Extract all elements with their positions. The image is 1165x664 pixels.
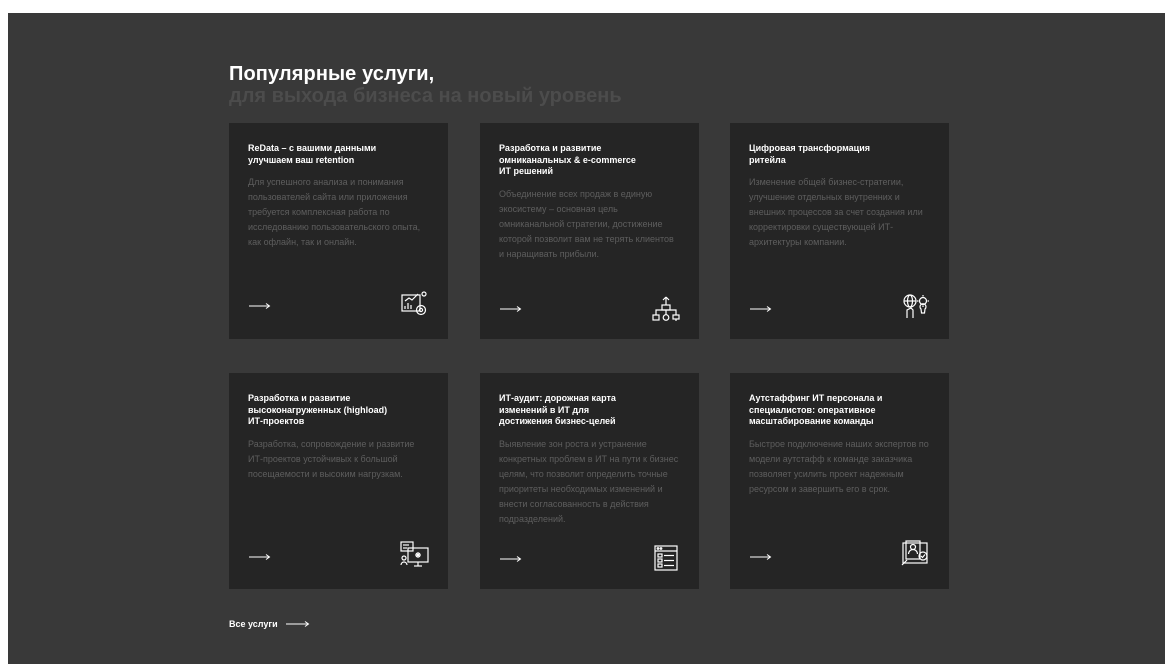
arrow-right-icon[interactable]: [500, 305, 522, 313]
arrow-right-icon[interactable]: [249, 553, 271, 561]
section-subtitle: для выхода бизнеса на новый уровень: [229, 85, 622, 107]
arrow-right-icon[interactable]: [249, 302, 271, 310]
card-description: Объединение всех продаж в единую экосист…: [499, 188, 674, 259]
arrow-right-icon: [285, 621, 310, 627]
card-description: Для успешного анализа и понимания пользо…: [248, 177, 421, 247]
service-card-highload[interactable]: Разработка и развитие высоконагруженных …: [229, 373, 448, 589]
services-section: Популярные услуги, для выхода бизнеса на…: [8, 13, 1165, 664]
analytics-dashboard-icon: [401, 291, 427, 316]
all-services-link[interactable]: Все услуги: [229, 619, 310, 629]
card-title: Разработка и развитие омниканальных & e-…: [499, 143, 636, 176]
arrow-right-icon[interactable]: [500, 555, 522, 563]
card-description: Быстрое подключение наших экспертов по м…: [749, 438, 929, 494]
service-card-digital-transformation[interactable]: Цифровая трансформация ритейла Изменение…: [730, 123, 949, 339]
card-title: ReData – с вашими данными улучшаем ваш r…: [248, 143, 377, 165]
service-card-it-audit[interactable]: ИТ-аудит: дорожная карта изменений в ИТ …: [480, 373, 699, 589]
card-title: Аутстаффинг ИТ персонала и специалистов:…: [749, 393, 883, 426]
arrow-right-icon[interactable]: [750, 553, 772, 561]
card-description: Разработка, сопровождение и развитие ИТ-…: [248, 438, 415, 479]
highload-monitor-icon: [400, 541, 429, 567]
section-heading: Популярные услуги, для выхода бизнеса на…: [229, 63, 622, 107]
omnichannel-network-icon: [652, 296, 680, 321]
arrow-right-icon[interactable]: [750, 305, 772, 313]
all-services-label: Все услуги: [229, 619, 278, 629]
section-title: Популярные услуги,: [229, 63, 435, 85]
card-description: Выявление зон роста и устранение конкрет…: [499, 438, 679, 524]
service-card-redata[interactable]: ReData – с вашими данными улучшаем ваш r…: [229, 123, 448, 339]
digital-transformation-icon: [903, 294, 929, 318]
audit-checklist-icon: [654, 545, 678, 571]
service-card-omnichannel[interactable]: Разработка и развитие омниканальных & e-…: [480, 123, 699, 339]
outstaffing-profile-icon: [901, 540, 928, 566]
card-title: Разработка и развитие высоконагруженных …: [248, 393, 388, 426]
card-title: Цифровая трансформация ритейла: [749, 143, 870, 165]
service-card-outstaffing[interactable]: Аутстаффинг ИТ персонала и специалистов:…: [730, 373, 949, 589]
card-title: ИТ-аудит: дорожная карта изменений в ИТ …: [499, 393, 616, 426]
card-description: Изменение общей бизнес-стратегии, улучше…: [749, 177, 923, 247]
